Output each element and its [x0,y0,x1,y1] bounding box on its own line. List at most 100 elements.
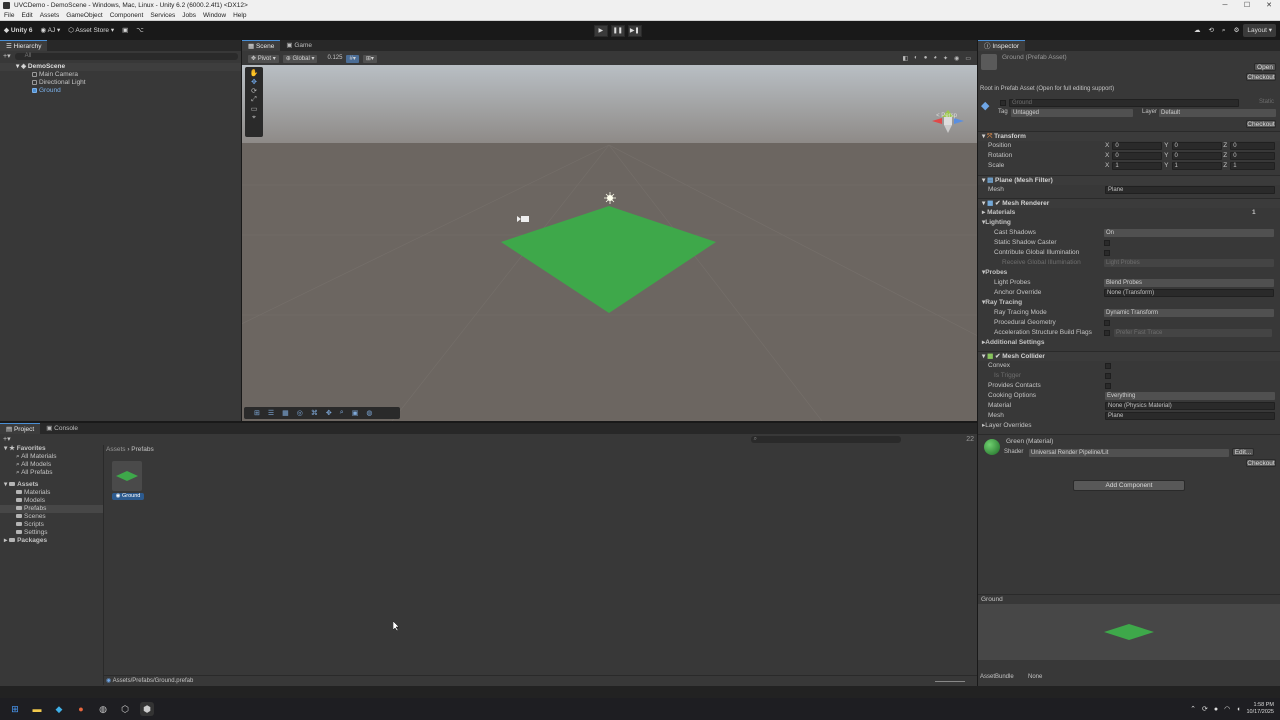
preview-header[interactable]: Ground [978,594,1280,604]
menu-gameobject[interactable]: GameObject [66,11,103,20]
checkout-button[interactable]: Checkout [1246,120,1276,128]
layer-overrides-section[interactable]: ▸ Layer Overrides [978,421,1280,431]
fav-item[interactable]: ⌕ All Models [0,461,103,469]
add-asset-icon[interactable]: +▾ [3,435,11,443]
zoom-slider[interactable] [935,681,965,682]
additional-settings-section[interactable]: ▸ Additional Settings [978,338,1280,348]
assetbundle-dropdown[interactable]: None [1028,674,1042,680]
favorites-header[interactable]: ▾ ★ Favorites [0,445,103,453]
global-dropdown[interactable]: ⊕ Global ▾ [282,54,318,63]
snap-icon[interactable]: ⊞▾ [362,54,377,63]
asset-store-button[interactable]: ⬡ Asset Store ▾ [64,24,118,37]
grid-snap-value[interactable]: 0.125 [327,55,342,61]
folder-scripts[interactable]: Scripts [0,521,103,529]
folder-scenes[interactable]: Scenes [0,513,103,521]
folder-settings[interactable]: Settings [0,529,103,537]
overlay-tool-icon[interactable]: ▣ [352,409,359,417]
shading-icon[interactable]: ◕ [933,55,937,62]
assets-folder[interactable]: ▾ Assets [0,481,103,489]
mesh-renderer-header[interactable]: ▾ ▦ ✔ Mesh Renderer [978,198,1280,208]
probes-section[interactable]: ▾ Probes [978,268,1280,278]
lighting-icon[interactable]: ● [924,55,928,62]
maximize-button[interactable]: ☐ [1236,0,1258,11]
fav-item[interactable]: ⌕ All Prefabs [0,469,103,477]
menu-file[interactable]: File [4,11,14,20]
name-field[interactable]: Ground [1009,99,1239,107]
history-icon[interactable]: ⟲ [1204,24,1217,37]
hierarchy-item-main-camera[interactable]: Main Camera [0,71,241,79]
camera-settings-icon[interactable]: ▭ [965,55,971,62]
edit-shader-button[interactable]: Edit... [1232,448,1254,456]
step-button[interactable]: ▶❚ [627,24,642,37]
network-icon[interactable]: ⟳ [1202,705,1208,713]
tab-hierarchy[interactable]: ☰ Hierarchy [0,40,48,51]
volume-icon[interactable]: ◖ [1236,706,1240,713]
breadcrumb-assets[interactable]: Assets [106,446,126,453]
fav-item[interactable]: ⌕ All Materials [0,453,103,461]
hand-tool-icon[interactable]: ✋ [250,69,259,77]
unity-icon[interactable]: ⬡ [118,702,132,716]
transform-tool-icon[interactable]: ⌖ [252,114,256,122]
tray-chevron-icon[interactable]: ⌃ [1190,705,1196,713]
2d-toggle-icon[interactable]: ◐ [914,55,918,62]
menu-component[interactable]: Component [110,11,144,20]
menu-edit[interactable]: Edit [21,11,32,20]
draw-mode-icon[interactable]: ◧ [903,55,909,62]
tab-scene[interactable]: ▦ Scene [242,40,281,51]
tab-game[interactable]: ▣ Game [280,40,318,51]
hierarchy-search-input[interactable]: All [14,52,238,60]
folder-materials[interactable]: Materials [0,489,103,497]
pause-button[interactable]: ❚❚ [610,24,625,37]
account-button[interactable]: ◆ Unity 6 [0,24,36,37]
static-toggle[interactable]: Static [1259,99,1274,105]
tab-inspector[interactable]: ⓘ Inspector [978,40,1026,51]
persp-label[interactable]: < Persp [936,113,957,119]
grid-icon[interactable]: #▾ [346,54,359,63]
search-toolbar-icon[interactable]: ⌥ [132,24,148,37]
app-icon[interactable]: ◍ [96,702,110,716]
scene-viewport[interactable]: < Persp ✋ ✥ ⟳ ⤢ ▭ ⌖ ⊞ ☰ ▦ ◎ ⌘ ✥ ⌕ ▣ ◍ [242,65,977,421]
lighting-section[interactable]: ▾ Lighting [978,218,1280,228]
menu-window[interactable]: Window [203,11,226,20]
checkout-button[interactable]: Checkout [1246,73,1276,81]
user-button[interactable]: ◉ AJ ▾ [36,24,64,37]
overlay-tool-icon[interactable]: ⊞ [254,409,260,417]
close-button[interactable]: ✕ [1258,0,1280,11]
open-button[interactable]: Open [1254,63,1276,71]
add-icon[interactable]: +▾ [3,52,11,60]
project-search-input[interactable]: ⌕ [750,435,901,443]
menu-help[interactable]: Help [233,11,246,20]
overlay-tool-icon[interactable]: ◎ [297,409,303,417]
play-button[interactable]: ▶ [593,24,608,37]
overlay-tool-icon[interactable]: ▦ [282,409,289,417]
firefox-icon[interactable]: ● [74,702,88,716]
ground-plane[interactable] [501,206,716,313]
wifi-icon[interactable]: ◠ [1224,705,1230,713]
hierarchy-item-ground[interactable]: Ground [0,87,241,95]
overlay-tool-icon[interactable]: ◍ [366,409,372,417]
overlay-tool-icon[interactable]: ⌕ [340,409,344,417]
materials-row[interactable]: ▸ Materials 1 [978,208,1280,218]
start-icon[interactable]: ⊞ [8,702,22,716]
file-explorer-icon[interactable]: ▬ [30,702,44,716]
cloud-icon[interactable]: ☁ [1190,24,1205,37]
tab-console[interactable]: ▣ Console [40,423,84,434]
hierarchy-scene[interactable]: ▾ ◈ DemoScene [0,63,241,71]
gizmos-icon[interactable]: ◉ [954,55,959,62]
transform-header[interactable]: ▾ ⤧ Transform [978,131,1280,141]
search-icon[interactable]: ⌕ [1218,24,1230,37]
overlay-tool-icon[interactable]: ☰ [268,409,274,417]
add-component-button[interactable]: Add Component [1073,480,1185,491]
unity-editor-icon[interactable]: ⬢ [140,702,154,716]
hierarchy-item-directional-light[interactable]: Directional Light [0,79,241,87]
preview-area[interactable] [978,604,1280,660]
mic-icon[interactable]: ● [1214,706,1218,713]
clock[interactable]: 1:58 PM 10/17/2025 [1246,702,1274,716]
menu-jobs[interactable]: Jobs [182,11,196,20]
menu-assets[interactable]: Assets [40,11,60,20]
tab-project[interactable]: ▤ Project [0,423,41,434]
pivot-dropdown[interactable]: ✥ Pivot ▾ [248,54,279,63]
overlay-tool-icon[interactable]: ⌘ [311,409,318,417]
rect-tool-icon[interactable]: ▭ [251,105,258,113]
move-tool-icon[interactable]: ✥ [251,78,257,86]
